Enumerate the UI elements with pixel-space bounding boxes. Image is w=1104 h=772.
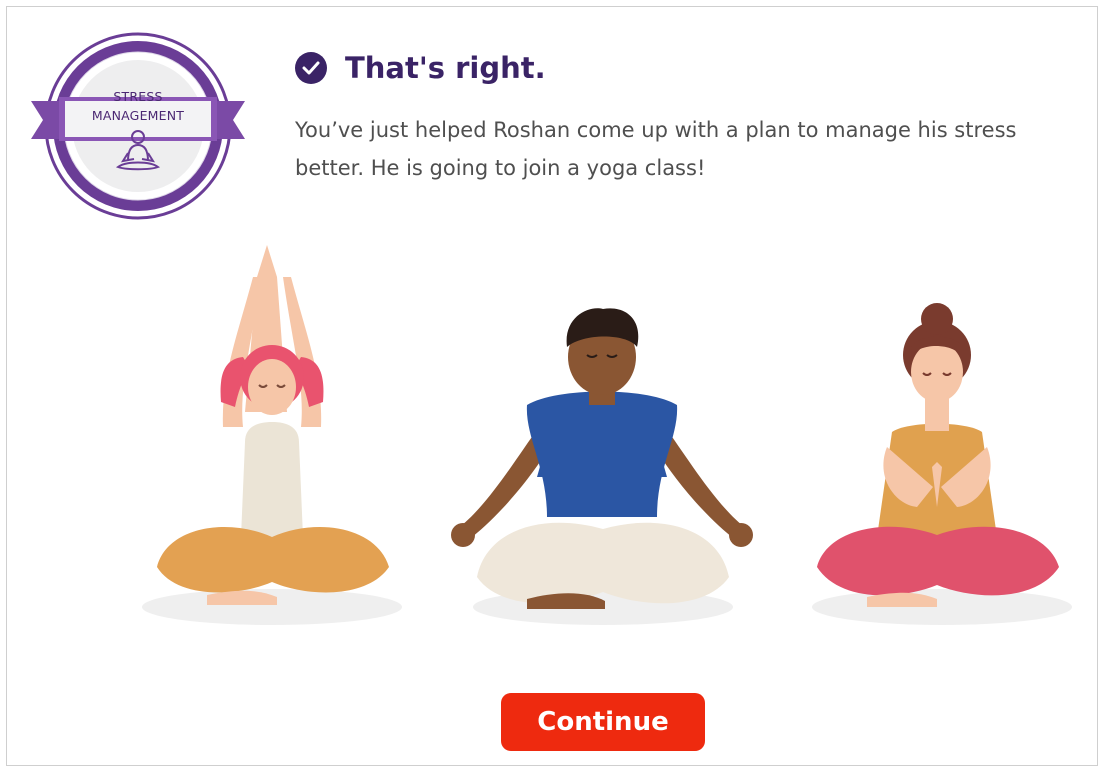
- badge-emblem: [31, 32, 245, 220]
- yoga-illustration: [142, 245, 1072, 625]
- feedback-heading: That's right.: [295, 51, 1075, 85]
- yoga-woman-prayer-hands-icon: [817, 303, 1059, 607]
- badge-title-line1: STRESS: [113, 89, 163, 104]
- check-circle-icon: [295, 52, 327, 84]
- badge-title-line2: MANAGEMENT: [91, 108, 185, 123]
- meditating-person-icon: [115, 130, 161, 171]
- feedback-message: You’ve just helped Roshan come up with a…: [295, 118, 1017, 180]
- activity-panel: STRESS MANAGEMENT That's right. You’ve j…: [6, 6, 1098, 766]
- feedback-title: That's right.: [345, 51, 546, 85]
- feedback-section: That's right. You’ve just helped Roshan …: [295, 51, 1075, 187]
- yoga-woman-arms-raised-icon: [157, 245, 389, 605]
- yoga-man-meditating-icon: [451, 308, 753, 609]
- continue-button[interactable]: Continue: [501, 693, 705, 751]
- stress-management-badge: STRESS MANAGEMENT: [31, 31, 245, 221]
